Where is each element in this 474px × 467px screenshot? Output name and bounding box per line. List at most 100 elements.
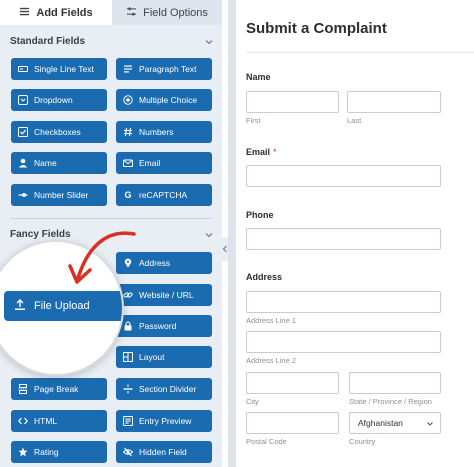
field-button-label: HTML [34,416,58,426]
section-divider [10,218,212,219]
field-button-numbers[interactable]: Numbers [116,121,212,143]
field-button-recaptcha[interactable]: G reCAPTCHA [116,184,212,206]
state-input[interactable] [349,372,441,394]
country-sublabel: Country [349,437,376,446]
fancy-fields-title: Fancy Fields [10,229,71,240]
field-button-label: Rating [34,447,59,457]
field-button-entry-preview[interactable]: Entry Preview [116,410,212,432]
form-title-divider [246,52,474,53]
standard-fields-header[interactable]: Standard Fields [10,36,214,52]
star-icon [18,447,28,457]
standard-fields-title: Standard Fields [10,36,86,47]
field-button-label: Entry Preview [139,416,192,426]
slider-icon [18,190,28,200]
first-sublabel: First [246,116,261,125]
checkbox-icon [18,127,28,137]
divider-icon [123,384,133,394]
chevron-down-icon [205,40,213,45]
map-pin-icon [123,258,133,268]
lock-icon [123,321,133,331]
fields-panel: Add Fields Field Options Standard Fields… [0,0,222,467]
last-sublabel: Last [347,116,362,125]
field-button-label: Numbers [139,127,174,137]
sliders-icon [126,6,137,20]
list-icon [19,6,30,20]
state-sublabel: State / Province / Region [349,397,432,406]
field-button-label: Checkboxes [34,127,81,137]
field-button-name[interactable]: Name [11,152,107,174]
field-button-address[interactable]: Address [116,252,212,274]
field-button-label: Multiple Choice [139,95,198,105]
field-button-layout[interactable]: Layout [116,346,212,368]
field-button-multiple-choice[interactable]: Multiple Choice [116,89,212,111]
form-title: Submit a Complaint [246,20,387,37]
upload-icon [14,298,26,314]
field-button-label: Section Divider [139,384,197,394]
address-line2-input[interactable] [246,331,441,353]
email-field-label: Email * [246,147,277,157]
field-button-section-divider[interactable]: Section Divider [116,378,212,400]
chevron-down-icon [205,233,213,238]
field-button-label: Address [139,258,171,268]
field-button-label: Number Slider [34,190,89,200]
panel-tabs: Add Fields Field Options [0,0,222,25]
field-button-website-url[interactable]: Website / URL [116,284,212,306]
field-button-label: Page Break [34,384,79,394]
field-button-checkboxes[interactable]: Checkboxes [11,121,107,143]
field-button-label: File Upload [34,300,90,312]
country-select[interactable]: Afghanistan [349,412,441,434]
field-button-html[interactable]: HTML [11,410,107,432]
eye-slash-icon [123,447,133,457]
zoom-callout: File Upload [0,240,124,376]
phone-input[interactable] [246,228,441,250]
tab-field-options-label: Field Options [143,6,208,19]
paragraph-icon [123,64,133,74]
email-input[interactable] [246,165,441,187]
dropdown-icon [18,95,28,105]
country-selected-value: Afghanistan [358,418,403,428]
field-button-label: Paragraph Text [139,64,197,74]
postal-code-input[interactable] [246,412,339,434]
hash-icon [123,127,133,137]
required-asterisk: * [273,147,277,157]
tab-field-options[interactable]: Field Options [112,0,222,25]
field-button-label: Single Line Text [34,64,94,74]
page-break-icon [18,384,28,394]
city-input[interactable] [246,372,339,394]
city-sublabel: City [246,397,259,406]
last-name-input[interactable] [347,91,441,113]
field-button-paragraph-text[interactable]: Paragraph Text [116,58,212,80]
field-button-single-line-text[interactable]: Single Line Text [11,58,107,80]
layout-icon [123,352,133,362]
chevron-down-icon [427,422,433,426]
email-label-text: Email [246,147,271,157]
tab-add-fields[interactable]: Add Fields [0,0,112,25]
field-button-label: Layout [139,352,165,362]
field-button-label: Password [139,321,177,331]
field-button-dropdown[interactable]: Dropdown [11,89,107,111]
field-button-number-slider[interactable]: Number Slider [11,184,107,206]
address-line2-sublabel: Address Line 2 [246,356,297,365]
address-line1-sublabel: Address Line 1 [246,316,297,325]
postal-code-sublabel: Postal Code [246,437,287,446]
first-name-input[interactable] [246,91,339,113]
field-button-label: Email [139,158,161,168]
radio-icon [123,95,133,105]
phone-field-label: Phone [246,210,274,220]
envelope-icon [123,158,133,168]
field-button-file-upload[interactable]: File Upload [4,291,122,321]
tab-add-fields-label: Add Fields [36,6,93,19]
code-icon [18,416,28,426]
field-button-label: Name [34,158,57,168]
field-button-hidden-field[interactable]: Hidden Field [116,441,212,463]
address-line1-input[interactable] [246,291,441,313]
form-preview: Submit a Complaint Name First Last Email… [236,0,474,467]
field-button-rating[interactable]: Rating [11,441,107,463]
text-line-icon [18,64,28,74]
field-button-label: reCAPTCHA [139,190,188,200]
preview-icon [123,416,133,426]
field-button-email[interactable]: Email [116,152,212,174]
field-button-password[interactable]: Password [116,315,212,337]
field-button-page-break[interactable]: Page Break [11,378,107,400]
name-field-label: Name [246,72,271,82]
